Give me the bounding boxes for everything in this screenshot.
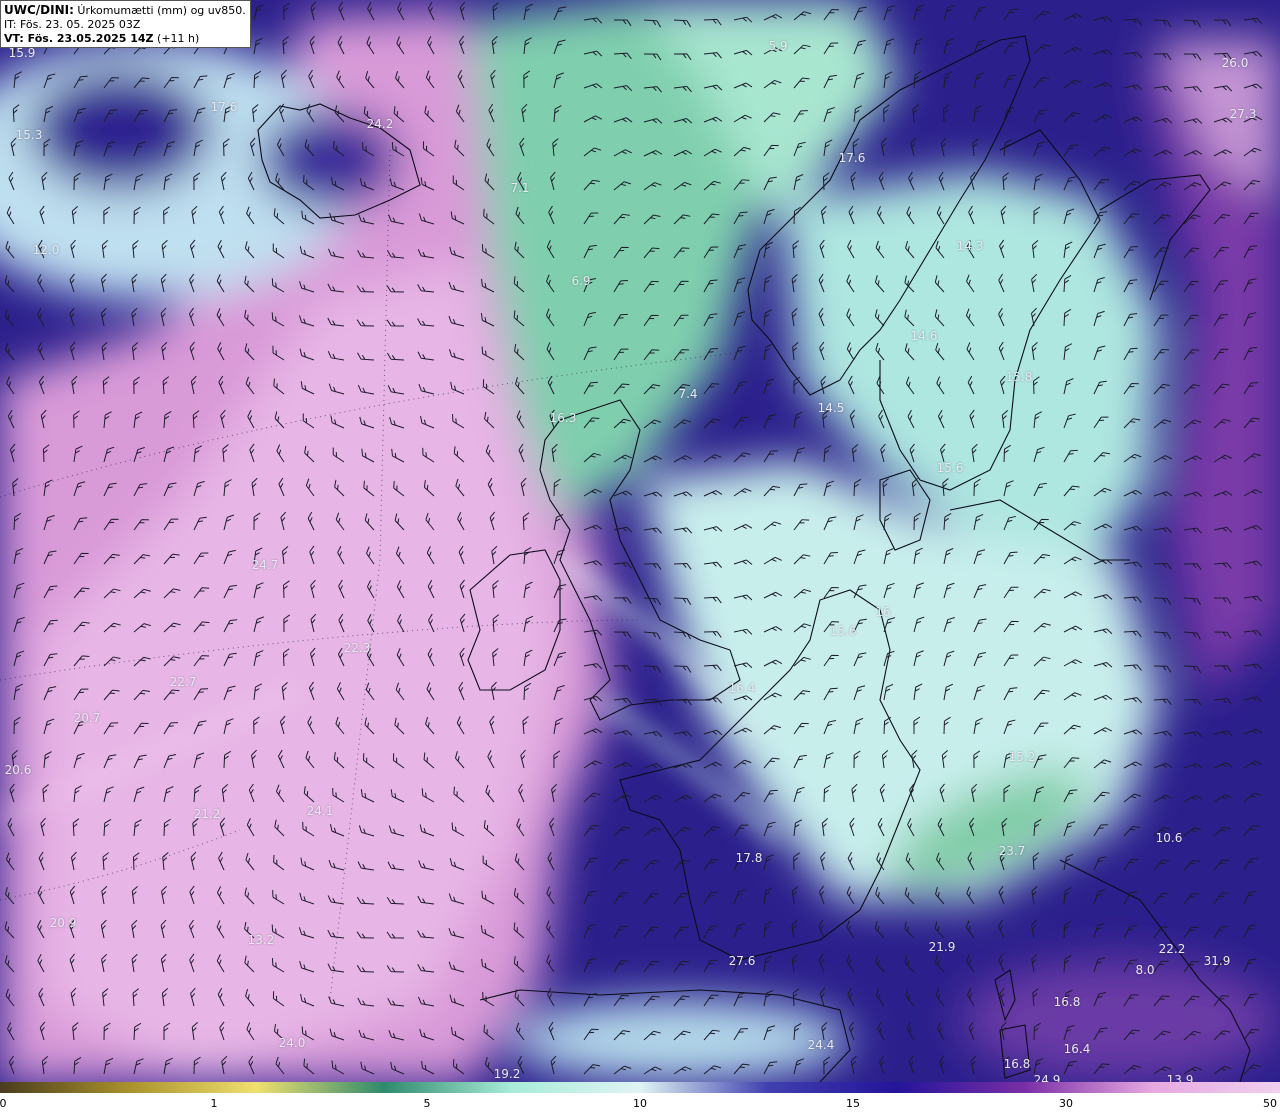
value-label: 21.9	[928, 940, 956, 954]
value-label: 8.0	[1135, 963, 1155, 977]
weather-map	[0, 0, 1280, 1082]
value-label: 16	[875, 605, 891, 619]
value-label: 15.9	[8, 46, 36, 60]
value-label: 14.3	[956, 239, 984, 253]
value-label: 12.0	[32, 243, 60, 257]
value-label: 15.3	[15, 128, 43, 142]
value-label: 7.1	[510, 181, 530, 195]
colorbar-tick-label: 10	[633, 1097, 647, 1110]
value-label: 15.2	[1008, 750, 1036, 764]
variable-name: Úrkomumætti (mm) og uv850.	[77, 4, 246, 17]
value-label: 5.9	[768, 39, 788, 53]
value-label: 6.9	[571, 274, 591, 288]
value-label: 17.6	[210, 100, 238, 114]
value-label: 10.6	[1155, 831, 1183, 845]
value-label: 7.4	[678, 387, 698, 401]
colorbar: 0 1 5 10 15 30 50	[0, 1082, 1280, 1115]
valid-time: VT: Fös. 23.05.2025 14Z	[4, 32, 154, 45]
value-label: 16.8	[1053, 995, 1081, 1009]
value-label: 24.2	[366, 117, 394, 131]
colorbar-tick-label: 1	[210, 1097, 218, 1110]
value-label: 24.4	[807, 1038, 835, 1052]
value-label: 14.5	[817, 401, 845, 415]
value-label: 13.2	[247, 933, 275, 947]
colorbar-tick-label: 15	[846, 1097, 860, 1110]
value-label: 15.6	[936, 461, 964, 475]
value-label: 22.2	[1158, 942, 1186, 956]
value-label: 24.7	[251, 558, 279, 572]
value-label: 27.3	[1229, 107, 1257, 121]
colorbar-tick-label: 30	[1059, 1097, 1073, 1110]
value-label: 23.7	[998, 844, 1026, 858]
value-label: 24.1	[306, 804, 334, 818]
colorbar-tick-label: 0	[0, 1097, 7, 1110]
value-label: 24.0	[278, 1036, 306, 1050]
initial-time: IT: Fös. 23. 05. 2025 03Z	[4, 18, 141, 31]
model-name: UWC/DINI:	[4, 3, 74, 17]
value-label: 31.9	[1203, 954, 1231, 968]
value-label: 20.7	[73, 711, 101, 725]
value-label: 17.8	[735, 851, 763, 865]
valid-time-line: VT: Fös. 23.05.2025 14Z (+11 h)	[4, 32, 246, 46]
value-label: 16.4	[728, 681, 756, 695]
colorbar-gradient	[0, 1082, 1280, 1093]
colorbar-tick-label: 5	[423, 1097, 431, 1110]
value-label: 27.6	[728, 954, 756, 968]
value-label: 17.6	[838, 151, 866, 165]
map-info-box: UWC/DINI: Úrkomumætti (mm) og uv850. IT:…	[0, 0, 251, 48]
value-label: 15.8	[1005, 370, 1033, 384]
value-label: 19.2	[493, 1067, 521, 1081]
value-label: 20.6	[4, 763, 32, 777]
value-label: 26.0	[1221, 56, 1249, 70]
value-label: 21.2	[193, 807, 221, 821]
value-label: 22.3	[343, 641, 371, 655]
value-label: 16.3	[549, 411, 577, 425]
value-label: 14.6	[910, 329, 938, 343]
model-title-line: UWC/DINI: Úrkomumætti (mm) og uv850.	[4, 3, 246, 18]
lead-time: (+11 h)	[157, 32, 200, 45]
value-label: 16.4	[1063, 1042, 1091, 1056]
colorbar-tick-label: 50	[1263, 1097, 1277, 1110]
value-label: 20.9	[49, 916, 77, 930]
value-label: 16.8	[1003, 1057, 1031, 1071]
value-label: 22.7	[169, 675, 197, 689]
value-label: 15.6	[829, 624, 857, 638]
